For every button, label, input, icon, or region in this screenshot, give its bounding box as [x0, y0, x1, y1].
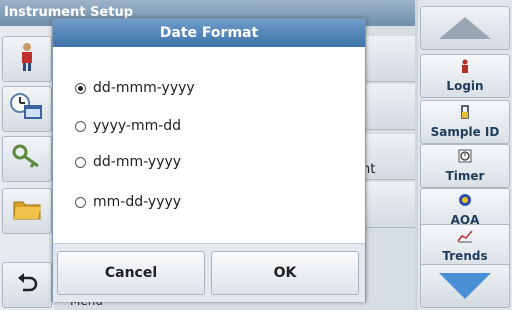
login-label: Login — [446, 79, 484, 93]
option-dd-mmm-yyyy[interactable]: dd-mmm-yyyy — [75, 77, 195, 99]
radio-unselected-icon — [75, 156, 86, 168]
radio-unselected-icon — [75, 196, 86, 208]
timer-icon — [421, 149, 509, 167]
datetime-icon — [10, 93, 44, 125]
date-format-dialog: Date Format dd-mmm-yyyy yyyy-mm-dd dd-mm… — [52, 18, 366, 302]
sample-id-button[interactable]: Sample ID — [420, 100, 510, 144]
option-mm-dd-yyyy[interactable]: mm-dd-yyyy — [75, 191, 181, 213]
ok-button[interactable]: OK — [211, 251, 359, 295]
right-sidebar: Login Sample ID Timer AQA Trends — [418, 0, 512, 310]
person-icon — [421, 59, 509, 77]
sample-vial-icon — [421, 105, 509, 123]
back-button[interactable] — [2, 262, 52, 308]
login-button[interactable]: Login — [420, 54, 510, 98]
folder-button[interactable] — [2, 188, 52, 234]
radio-selected-icon — [75, 82, 86, 94]
datetime-button[interactable] — [2, 86, 52, 132]
trends-button[interactable]: Trends — [420, 224, 510, 268]
scroll-down-button[interactable] — [420, 264, 510, 308]
dialog-footer: Cancel OK — [53, 243, 365, 302]
folder-icon — [12, 197, 42, 225]
key-button[interactable] — [2, 136, 52, 182]
option-yyyy-mm-dd[interactable]: yyyy-mm-dd — [75, 115, 181, 137]
scroll-up-button[interactable] — [420, 6, 510, 50]
aqa-icon — [421, 193, 509, 211]
option-label: dd-mm-yyyy — [93, 154, 182, 170]
operator-button[interactable] — [2, 36, 52, 82]
cancel-button[interactable]: Cancel — [57, 251, 205, 295]
option-label: dd-mmm-yyyy — [93, 80, 195, 96]
key-icon — [12, 144, 42, 174]
option-dd-mm-yyyy[interactable]: dd-mm-yyyy — [75, 151, 181, 173]
back-icon — [15, 272, 39, 298]
trends-label: Trends — [442, 249, 488, 263]
dialog-title: Date Format — [53, 19, 365, 47]
left-sidebar — [0, 26, 54, 310]
option-label: yyyy-mm-dd — [93, 118, 182, 134]
timer-button[interactable]: Timer — [420, 144, 510, 188]
trend-chart-icon — [421, 229, 509, 247]
timer-label: Timer — [445, 169, 485, 183]
operator-icon — [16, 42, 38, 76]
radio-unselected-icon — [75, 120, 86, 132]
option-label: mm-dd-yyyy — [93, 194, 182, 210]
sample-id-label: Sample ID — [430, 125, 500, 139]
